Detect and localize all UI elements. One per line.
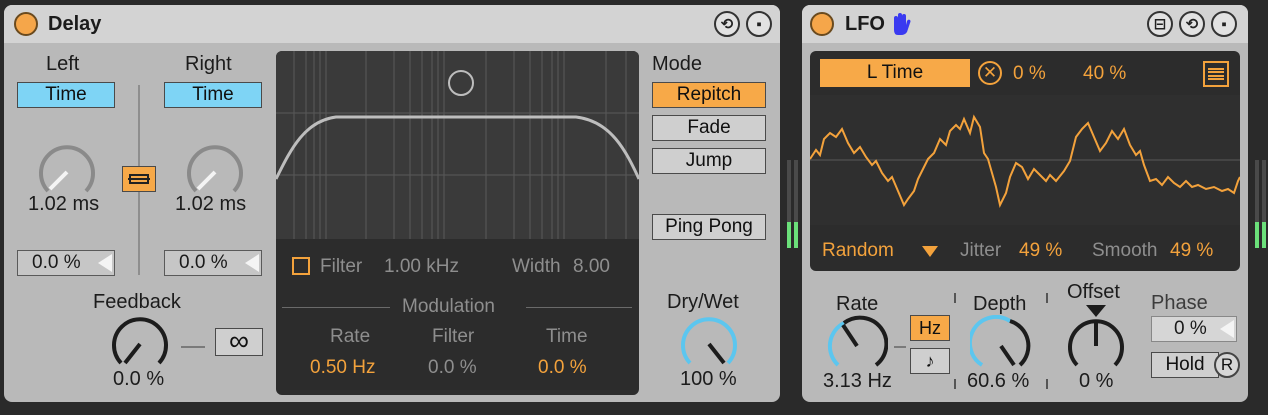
rate-label: Rate (836, 293, 879, 315)
delay-device: Delay ⟲ ▪ Left Right Time Time 1.02 ms 1… (4, 5, 780, 402)
filter-freq-value[interactable]: 1.00 kHz (384, 256, 459, 278)
phase-arrow-icon (1220, 320, 1234, 338)
ping-pong-button[interactable]: Ping Pong (652, 214, 766, 240)
left-offset-arrow-icon (98, 254, 112, 272)
hand-icon[interactable] (890, 12, 912, 36)
mode-jump-button[interactable]: Jump (652, 148, 766, 174)
map-min-value[interactable]: 0 % (1013, 63, 1046, 85)
feedback-value: 0.0 % (113, 368, 165, 390)
link-button[interactable] (122, 166, 156, 192)
left-label: Left (46, 53, 80, 75)
depth-label: Depth (973, 293, 1027, 315)
filter-display-panel: Filter 1.00 kHz Width 8.00 Modulation Ra… (276, 51, 639, 395)
unmap-icon[interactable]: ✕ (978, 61, 1002, 85)
left-offset-value: 0.0 % (32, 252, 81, 273)
drywet-value: 100 % (680, 368, 737, 390)
left-offset-field[interactable]: 0.0 % (17, 250, 115, 276)
delay-activator-button[interactable] (14, 12, 38, 36)
lfo-output-meter-right (1262, 160, 1266, 248)
map-target-button[interactable]: L Time (820, 59, 970, 87)
width-value[interactable]: 8.00 (573, 256, 610, 278)
right-offset-field[interactable]: 0.0 % (164, 250, 262, 276)
mod-rate-label: Rate (330, 326, 371, 347)
rate-knob[interactable] (826, 315, 888, 377)
lfo-hotswap-icon[interactable]: ⟲ (1179, 11, 1205, 37)
phase-field[interactable]: 0 % (1151, 316, 1237, 342)
hold-button[interactable]: Hold (1151, 352, 1219, 378)
lfo-display-panel: L Time ✕ 0 % 40 % Random Jitter 49 % Smo… (810, 51, 1240, 271)
feedback-label: Feedback (93, 291, 181, 313)
freeze-button[interactable]: ∞ (215, 327, 263, 356)
delay-header (4, 5, 780, 43)
drywet-label: Dry/Wet (667, 291, 739, 313)
waveform-dropdown-arrow-icon[interactable] (922, 246, 938, 257)
offset-knob[interactable] (1065, 315, 1127, 377)
phase-label: Phase (1151, 292, 1208, 314)
rate-value: 3.13 Hz (823, 370, 892, 392)
lfo-map-icon[interactable]: ⊟ (1147, 11, 1173, 37)
mode-repitch-button[interactable]: Repitch (652, 82, 766, 108)
link-icon (128, 174, 150, 184)
modulation-label: Modulation (402, 296, 495, 317)
modulation-divider-right (526, 307, 632, 308)
retrigger-button[interactable]: R (1214, 352, 1240, 378)
left-sync-button[interactable]: Time (17, 82, 115, 108)
mod-filter-value[interactable]: 0.0 % (428, 357, 477, 379)
feedback-knob[interactable] (109, 313, 171, 375)
left-time-value: 1.02 ms (28, 193, 100, 215)
mod-filter-label: Filter (432, 326, 475, 347)
delay-save-icon[interactable]: ▪ (746, 11, 772, 37)
mod-rate-value[interactable]: 0.50 Hz (310, 357, 375, 379)
feedback-connector (181, 346, 205, 348)
mode-fade-button[interactable]: Fade (652, 115, 766, 141)
map-list-icon[interactable] (1203, 61, 1229, 87)
width-label: Width (512, 256, 561, 277)
lfo-waveform-display (810, 95, 1240, 225)
offset-value: 0 % (1079, 370, 1114, 392)
phase-value: 0 % (1174, 318, 1207, 339)
mod-time-value[interactable]: 0.0 % (538, 357, 587, 379)
offset-label: Offset (1067, 281, 1120, 303)
filter-label: Filter (320, 256, 363, 277)
lfo-output-meter-left (1255, 160, 1259, 248)
mod-time-label: Time (546, 326, 588, 347)
depth-knob[interactable] (970, 315, 1032, 377)
delay-hotswap-icon[interactable]: ⟲ (714, 11, 740, 37)
delay-title: Delay (48, 13, 102, 35)
filter-checkbox[interactable] (292, 257, 310, 275)
depth-value: 60.6 % (967, 370, 1030, 392)
waveform-dropdown[interactable]: Random (822, 240, 894, 262)
jitter-value[interactable]: 49 % (1019, 240, 1062, 262)
hz-button[interactable]: Hz (910, 315, 950, 341)
rate-connector (894, 346, 906, 348)
mode-label: Mode (652, 53, 703, 75)
lfo-device: LFO ⊟ ⟲ ▪ L Time ✕ 0 % 40 % Random Jitte… (802, 5, 1248, 402)
sync-note-button[interactable]: ♪ (910, 348, 950, 374)
delay-output-meter-left (787, 160, 791, 248)
right-offset-value: 0.0 % (179, 252, 228, 273)
drywet-knob[interactable] (678, 313, 740, 375)
map-max-value[interactable]: 40 % (1083, 63, 1126, 85)
filter-curve-display[interactable] (276, 51, 639, 239)
right-sync-button[interactable]: Time (164, 82, 262, 108)
right-label: Right (185, 53, 232, 75)
smooth-label: Smooth (1092, 240, 1158, 261)
modulation-divider-left (282, 307, 390, 308)
right-time-value: 1.02 ms (175, 193, 247, 215)
lfo-activator-button[interactable] (810, 12, 834, 36)
lfo-save-icon[interactable]: ▪ (1211, 11, 1237, 37)
right-offset-arrow-icon (245, 254, 259, 272)
jitter-label: Jitter (960, 240, 1002, 261)
delay-output-meter-right (794, 160, 798, 248)
smooth-value[interactable]: 49 % (1170, 240, 1213, 262)
lfo-title: LFO (845, 13, 885, 35)
